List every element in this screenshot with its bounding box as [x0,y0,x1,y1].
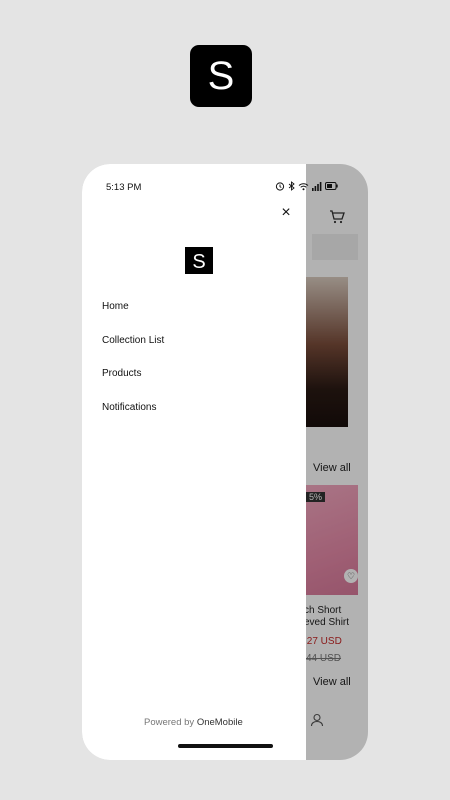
close-drawer-button[interactable]: × [278,205,294,221]
app-logo-letter: S [208,54,235,98]
navigation-drawer: 5:13 PM × S Home Collection List Product… [82,164,338,760]
wifi-icon [298,182,309,190]
phone-frame: View all 5% ♡ ch Short eved Shirt .27 US… [82,164,368,760]
svg-text:S: S [192,251,205,272]
status-icons [275,181,338,191]
powered-by-brand[interactable]: OneMobile [197,717,243,728]
drawer-menu: Home Collection List Products Notificati… [102,300,164,435]
menu-item-products[interactable]: Products [102,367,164,401]
signal-icon [312,181,322,191]
svg-text:S: S [208,54,235,98]
menu-item-home[interactable]: Home [102,300,164,334]
bluetooth-icon [288,181,295,191]
store-logo-letter: S [192,251,205,272]
alarm-icon [275,182,285,191]
menu-item-collection-list[interactable]: Collection List [102,334,164,368]
store-logo[interactable]: S [185,247,213,274]
powered-by-prefix: Powered by [144,717,195,728]
powered-by: Powered by OneMobile [144,717,243,728]
battery-icon [325,182,338,190]
app-logo: S [190,45,252,107]
menu-item-notifications[interactable]: Notifications [102,401,164,435]
home-indicator[interactable] [178,744,273,748]
status-time: 5:13 PM [106,182,142,193]
